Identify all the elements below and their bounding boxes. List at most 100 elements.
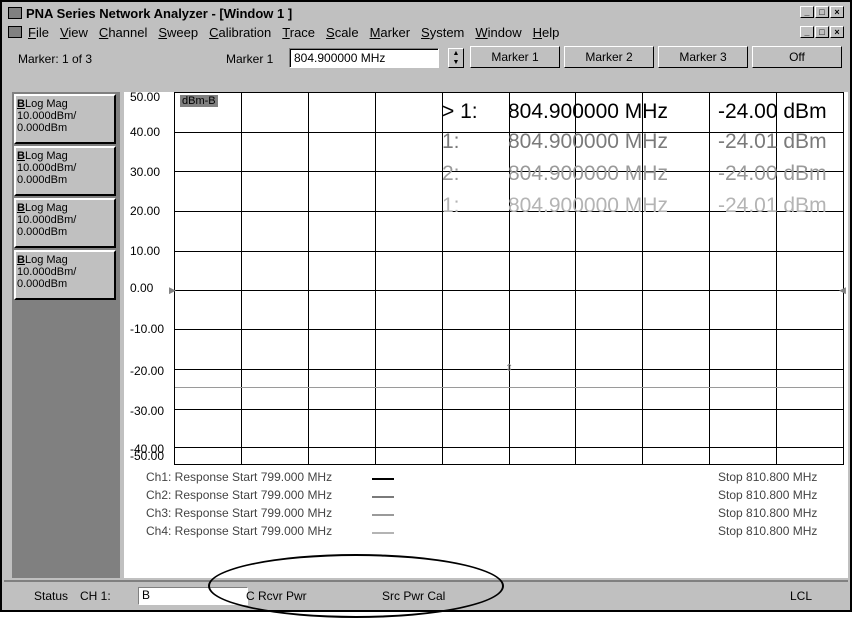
y-tick-label: 50.00 xyxy=(130,90,161,104)
marker-readout-level: -24.00 dBm xyxy=(718,100,827,123)
menu-sweep[interactable]: Sweep xyxy=(158,25,198,40)
channel-line-swatch xyxy=(372,496,394,498)
marker-frequency-input[interactable] xyxy=(289,48,439,68)
marker-readout-freq: 804.900000 MHz xyxy=(508,194,668,217)
marker-readout-freq: 804.900000 MHz xyxy=(508,100,668,123)
trace-prefix: B xyxy=(17,202,25,214)
document-icon[interactable] xyxy=(8,26,22,38)
trace-scale: 10.000dBm/ xyxy=(17,110,77,122)
y-tick-label: 10.00 xyxy=(130,244,161,258)
app-icon xyxy=(8,7,22,19)
menu-trace[interactable]: Trace xyxy=(282,25,315,40)
marker-readout-index: 1: xyxy=(442,194,460,217)
trace-scale: 10.000dBm/ xyxy=(17,162,77,174)
marker-readout-index: 2: xyxy=(442,162,460,185)
window-title: PNA Series Network Analyzer - [Window 1 … xyxy=(26,5,293,21)
trace-format: Log Mag xyxy=(24,254,68,266)
reference-arrow-right-icon: ◀ xyxy=(839,285,846,295)
marker-readout-freq: 804.900000 MHz xyxy=(508,130,668,153)
trace-format: Log Mag xyxy=(24,98,68,110)
marker-readout-index: > 1: xyxy=(442,100,478,123)
menu-scale[interactable]: Scale xyxy=(326,25,359,40)
menu-bar: File View Channel Sweep Calibration Trac… xyxy=(4,22,848,42)
marker-readout-row: 1: 804.900000 MHz -24.01 dBm xyxy=(442,130,827,154)
trace-button-1[interactable]: BLog Mag 10.000dBm/ 0.000dBm xyxy=(14,94,116,144)
doc-minimize-button[interactable]: _ xyxy=(800,26,814,38)
marker-label: Marker 1 xyxy=(226,52,274,66)
marker-spinner[interactable]: ▲ ▼ xyxy=(448,48,464,68)
channel-stop-label: Stop 810.800 MHz xyxy=(718,488,818,502)
marker-readout-row: 1: 804.900000 MHz -24.01 dBm xyxy=(442,194,827,218)
menu-channel[interactable]: Channel xyxy=(99,25,147,40)
menu-marker[interactable]: Marker xyxy=(370,25,410,40)
trace-prefix: B xyxy=(17,254,25,266)
marker-readout-index: 1: xyxy=(442,130,460,153)
measurement-plot[interactable]: 50.00 40.00 30.00 20.00 10.00 0.00 -10.0… xyxy=(124,90,848,578)
menu-view[interactable]: View xyxy=(60,25,88,40)
marker-toolbar: Marker: 1 of 3 Marker 1 ▲▼ Marker 1 Mark… xyxy=(4,44,848,88)
trace-format: Log Mag xyxy=(24,150,68,162)
channel-line-swatch xyxy=(372,478,394,480)
annotation-ellipse xyxy=(208,554,504,618)
trace-scale: 10.000dBm/ xyxy=(17,266,77,278)
y-tick-label: -30.00 xyxy=(130,404,165,418)
trace-ref: 0.000dBm xyxy=(17,122,68,134)
trace-ref: 0.000dBm xyxy=(17,174,68,186)
status-channel: CH 1: xyxy=(80,589,111,603)
marker-off-button[interactable]: Off xyxy=(752,46,842,68)
doc-close-button[interactable]: × xyxy=(830,26,844,38)
marker2-button[interactable]: Marker 2 xyxy=(564,46,654,68)
y-tick-label: 30.00 xyxy=(130,165,161,179)
marker1-button[interactable]: Marker 1 xyxy=(470,46,560,68)
marker-readout-level: -24.01 dBm xyxy=(718,130,827,153)
channel-start-label: Ch3: Response Start 799.000 MHz xyxy=(146,506,333,520)
trace-scale: 10.000dBm/ xyxy=(17,214,77,226)
grid-line xyxy=(308,93,309,465)
menu-calibration[interactable]: Calibration xyxy=(209,25,271,40)
status-label: Status xyxy=(34,589,69,603)
status-lcl: LCL xyxy=(790,589,813,603)
doc-maximize-button[interactable]: □ xyxy=(815,26,829,38)
y-tick-label: 20.00 xyxy=(130,204,161,218)
marker-readout-row: > 1: 804.900000 MHz -24.00 dBm xyxy=(442,100,827,124)
trace-button-3[interactable]: BLog Mag 10.000dBm/ 0.000dBm xyxy=(14,198,116,248)
y-tick-label: 0.00 xyxy=(130,281,154,295)
trace-sidebar: BLog Mag 10.000dBm/ 0.000dBm BLog Mag 10… xyxy=(12,92,120,578)
marker-indicator-icon: ⇕ xyxy=(505,363,514,374)
maximize-button[interactable]: □ xyxy=(815,6,829,18)
marker-readout-freq: 804.900000 MHz xyxy=(508,162,668,185)
y-tick-label: -20.00 xyxy=(130,364,165,378)
trace-button-4[interactable]: BLog Mag 10.000dBm/ 0.000dBm xyxy=(14,250,116,300)
title-bar: PNA Series Network Analyzer - [Window 1 … xyxy=(4,4,848,22)
measurement-trace xyxy=(175,387,843,388)
menu-file[interactable]: File xyxy=(28,25,49,40)
marker-count: Marker: 1 of 3 xyxy=(18,52,93,66)
trace-prefix: B xyxy=(17,150,25,162)
menu-system[interactable]: System xyxy=(421,25,464,40)
app-window: PNA Series Network Analyzer - [Window 1 … xyxy=(0,0,852,618)
trace-prefix: B xyxy=(17,98,25,110)
y-tick-label: 40.00 xyxy=(130,125,161,139)
channel-start-label: Ch4: Response Start 799.000 MHz xyxy=(146,524,333,538)
channel-stop-label: Stop 810.800 MHz xyxy=(718,506,818,520)
minimize-button[interactable]: _ xyxy=(800,6,814,18)
trace-button-2[interactable]: BLog Mag 10.000dBm/ 0.000dBm xyxy=(14,146,116,196)
y-tick-label: -50.00 xyxy=(130,449,165,463)
channel-line-swatch xyxy=(372,514,394,516)
menu-window[interactable]: Window xyxy=(475,25,521,40)
channel-line-swatch xyxy=(372,532,394,534)
channel-start-label: Ch2: Response Start 799.000 MHz xyxy=(146,488,333,502)
channel-stop-label: Stop 810.800 MHz xyxy=(718,470,818,484)
marker3-button[interactable]: Marker 3 xyxy=(658,46,748,68)
reference-arrow-icon: ▶ xyxy=(169,285,176,295)
trace-ref: 0.000dBm xyxy=(17,278,68,290)
menu-help[interactable]: Help xyxy=(533,25,560,40)
grid-line xyxy=(375,93,376,465)
close-button[interactable]: × xyxy=(830,6,844,18)
marker-readout-level: -24.00 dBm xyxy=(718,162,827,185)
channel-start-label: Ch1: Response Start 799.000 MHz xyxy=(146,470,333,484)
trace-ref: 0.000dBm xyxy=(17,226,68,238)
unit-badge: dBm-B xyxy=(180,95,218,107)
channel-stop-label: Stop 810.800 MHz xyxy=(718,524,818,538)
y-tick-label: -10.00 xyxy=(130,322,165,336)
